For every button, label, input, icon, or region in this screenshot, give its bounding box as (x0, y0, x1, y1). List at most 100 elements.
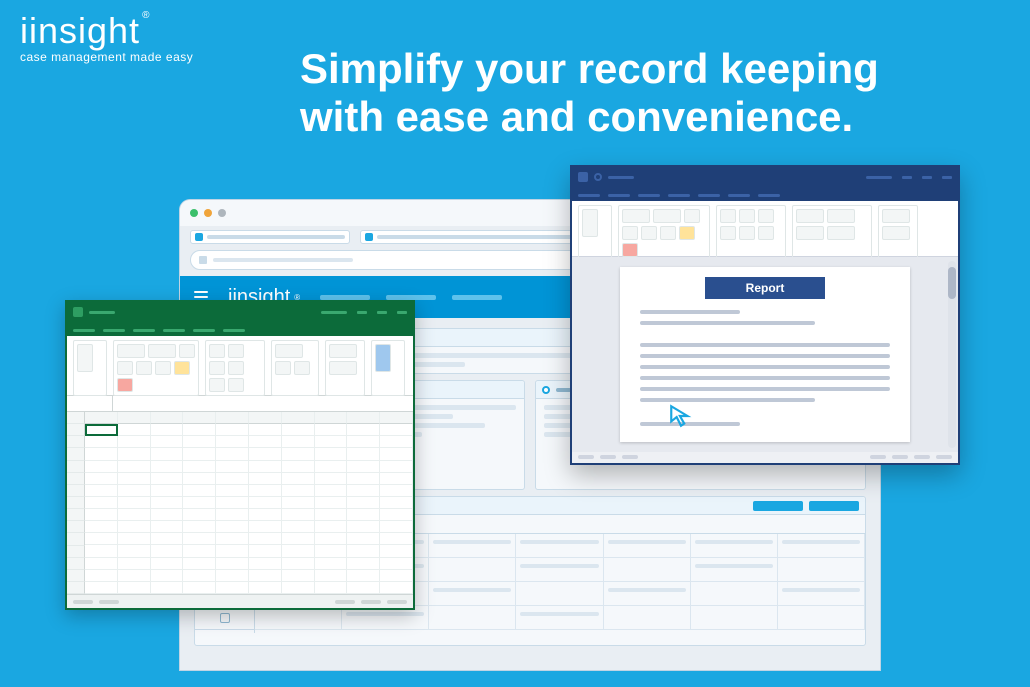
checkbox[interactable] (220, 613, 230, 623)
ribbon-button[interactable] (882, 226, 910, 240)
ribbon-button[interactable] (660, 226, 676, 240)
ribbon-button[interactable] (758, 209, 774, 223)
ribbon-tab[interactable] (223, 329, 245, 332)
word-app-icon (578, 172, 588, 182)
font-color-button[interactable] (117, 378, 133, 392)
excel-ribbon (67, 336, 413, 396)
ribbon-group (371, 340, 405, 396)
ribbon-button[interactable] (827, 209, 855, 223)
cell-grid[interactable] (85, 412, 413, 594)
font-color-button[interactable] (622, 243, 638, 257)
word-page[interactable]: Report (620, 267, 910, 442)
close-button[interactable] (942, 176, 952, 179)
lock-icon (199, 256, 207, 264)
ribbon-button[interactable] (275, 344, 303, 358)
ribbon-button[interactable] (209, 361, 225, 375)
table-header-cell[interactable] (778, 534, 865, 558)
excel-sheet[interactable] (67, 412, 413, 594)
excel-formula-bar[interactable] (67, 396, 413, 412)
nav-item[interactable] (386, 295, 436, 300)
ribbon-button[interactable] (228, 361, 244, 375)
table-header-cell[interactable] (691, 534, 778, 558)
highlight-button[interactable] (174, 361, 190, 375)
word-window: Report (570, 165, 960, 465)
table-header-cell[interactable] (516, 534, 603, 558)
ribbon-button[interactable] (136, 361, 152, 375)
minimize-button[interactable] (902, 176, 912, 179)
ribbon-tab[interactable] (193, 329, 215, 332)
ribbon-button[interactable] (739, 209, 755, 223)
word-ribbon-tabs (572, 187, 958, 201)
collapse-icon[interactable] (542, 386, 550, 394)
ribbon-button[interactable] (209, 378, 225, 392)
ribbon-group (716, 205, 786, 261)
ribbon-tab[interactable] (163, 329, 185, 332)
ribbon-button[interactable] (622, 209, 650, 223)
selected-cell[interactable] (85, 424, 118, 436)
ribbon-button[interactable] (796, 209, 824, 223)
excel-statusbar (67, 594, 413, 608)
ribbon-button[interactable] (155, 361, 171, 375)
ribbon-button[interactable] (720, 209, 736, 223)
ribbon-tab[interactable] (758, 194, 780, 197)
ribbon-button[interactable] (179, 344, 195, 358)
scroll-thumb[interactable] (948, 267, 956, 299)
headline: Simplify your record keeping with ease a… (300, 45, 879, 142)
ribbon-button[interactable] (796, 226, 824, 240)
ribbon-button[interactable] (117, 361, 133, 375)
paste-button[interactable] (582, 209, 598, 237)
ribbon-button[interactable] (827, 226, 855, 240)
word-page-area[interactable]: Report (572, 257, 958, 452)
ribbon-button[interactable] (641, 226, 657, 240)
name-box[interactable] (67, 396, 113, 411)
ribbon-button[interactable] (329, 361, 357, 375)
ribbon-button[interactable] (275, 361, 291, 375)
ribbon-button[interactable] (882, 209, 910, 223)
ribbon-group (618, 205, 710, 261)
ribbon-button[interactable] (117, 344, 145, 358)
maximize-button[interactable] (377, 311, 387, 314)
traffic-light-green[interactable] (190, 209, 198, 217)
minimize-button[interactable] (357, 311, 367, 314)
ribbon-tab[interactable] (103, 329, 125, 332)
maximize-button[interactable] (922, 176, 932, 179)
ribbon-button[interactable] (739, 226, 755, 240)
ribbon-button[interactable] (228, 378, 244, 392)
excel-ribbon-tabs (67, 322, 413, 336)
ribbon-button[interactable] (209, 344, 225, 358)
action-button[interactable] (809, 501, 859, 511)
nav-item[interactable] (320, 295, 370, 300)
nav-item[interactable] (452, 295, 502, 300)
ribbon-tab[interactable] (73, 329, 95, 332)
traffic-light-grey[interactable] (218, 209, 226, 217)
highlight-button[interactable] (679, 226, 695, 240)
paste-button[interactable] (77, 344, 93, 372)
ribbon-button[interactable] (684, 209, 700, 223)
ribbon-button[interactable] (148, 344, 176, 358)
ribbon-tab[interactable] (608, 194, 630, 197)
scrollbar[interactable] (948, 261, 956, 448)
ribbon-tab[interactable] (728, 194, 750, 197)
ribbon-button[interactable] (329, 344, 357, 358)
logo-registered: ® (142, 10, 150, 21)
ribbon-button[interactable] (720, 226, 736, 240)
ribbon-button[interactable] (294, 361, 310, 375)
ribbon-button[interactable] (375, 344, 391, 372)
browser-tab[interactable] (190, 230, 350, 244)
close-button[interactable] (397, 311, 407, 314)
ribbon-tab[interactable] (133, 329, 155, 332)
ribbon-button[interactable] (228, 344, 244, 358)
table-header-cell[interactable] (604, 534, 691, 558)
ribbon-button[interactable] (758, 226, 774, 240)
ribbon-button[interactable] (622, 226, 638, 240)
table-header-cell[interactable] (429, 534, 516, 558)
ribbon-tab[interactable] (668, 194, 690, 197)
ribbon-tab[interactable] (578, 194, 600, 197)
ribbon-tab[interactable] (638, 194, 660, 197)
ribbon-tab[interactable] (698, 194, 720, 197)
traffic-light-orange[interactable] (204, 209, 212, 217)
excel-window (65, 300, 415, 610)
action-button[interactable] (753, 501, 803, 511)
ribbon-group (578, 205, 612, 261)
ribbon-button[interactable] (653, 209, 681, 223)
